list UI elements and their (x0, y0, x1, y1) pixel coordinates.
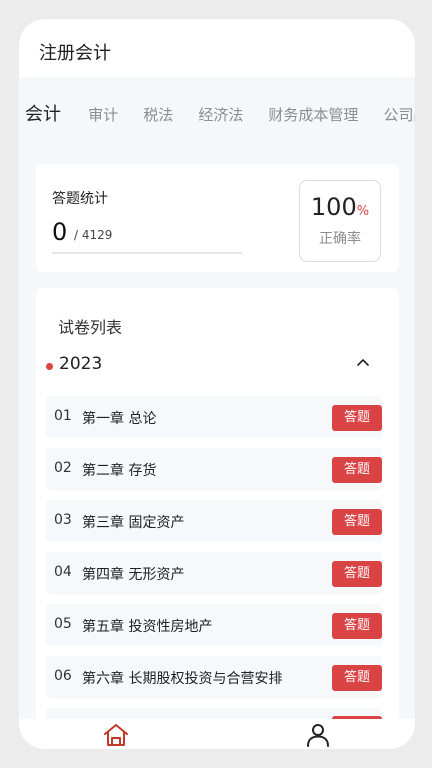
list-item[interactable]: 05 第五章 投资性房地产 答题 (46, 604, 382, 646)
tab-tax-law[interactable]: 税法 (143, 104, 173, 125)
item-number: 03 (54, 512, 72, 528)
stats-progress-track (52, 252, 242, 254)
answer-button[interactable]: 答题 (332, 613, 382, 639)
subject-tabs: 会计 审计 税法 经济法 财务成本管理 公司战 (25, 100, 415, 126)
answer-button[interactable]: 答题 (332, 665, 382, 691)
page-title: 注册会计 (39, 43, 111, 64)
accuracy-value-line: 100% (300, 193, 380, 221)
list-item[interactable]: 03 第三章 固定资产 答题 (46, 500, 382, 542)
answered-count: 0 (52, 218, 68, 246)
answer-button[interactable]: 答题 (332, 561, 382, 587)
tab-economic-law[interactable]: 经济法 (198, 104, 243, 125)
bottom-nav: 首页 我的 (19, 719, 415, 749)
answer-button[interactable]: 答题 (332, 405, 382, 431)
item-name: 第一章 总论 (82, 411, 157, 427)
paper-list-panel: 试卷列表 2023 01 第一章 总论 答题 02 第二章 存货 答题 03 第… (36, 288, 399, 719)
nav-home-label: 首页 (86, 748, 146, 749)
list-item[interactable]: 04 第四章 无形资产 答题 (46, 552, 382, 594)
paper-list-title: 试卷列表 (58, 318, 123, 337)
nav-mine[interactable]: 我的 (288, 723, 348, 749)
item-number: 01 (54, 408, 72, 424)
tab-audit[interactable]: 审计 (88, 104, 118, 125)
tab-accounting[interactable]: 会计 (25, 100, 61, 126)
item-name: 第六章 长期股权投资与合营安排 (82, 671, 283, 687)
nav-home[interactable]: 首页 (86, 723, 146, 749)
accuracy-box: 100% 正确率 (299, 180, 381, 262)
year-dot (46, 363, 53, 370)
stats-label: 答题统计 (52, 191, 108, 207)
item-number: 06 (54, 668, 72, 684)
item-number: 05 (54, 616, 72, 632)
accuracy-unit: % (356, 204, 370, 219)
year-label[interactable]: 2023 (59, 354, 102, 374)
tab-corporate-strategy[interactable]: 公司战 (384, 104, 415, 125)
app-window: 注册会计 会计 审计 税法 经济法 财务成本管理 公司战 答题统计 0 / 41… (19, 19, 415, 749)
list-item-partial[interactable] (46, 708, 382, 719)
list-item[interactable]: 01 第一章 总论 答题 (46, 396, 382, 438)
tab-financial-cost-management[interactable]: 财务成本管理 (268, 104, 358, 125)
total-count: / 4129 (74, 228, 113, 242)
user-icon (307, 724, 329, 747)
accuracy-value: 100 (310, 193, 357, 221)
accuracy-label: 正确率 (319, 231, 361, 247)
list-item[interactable]: 02 第二章 存货 答题 (46, 448, 382, 490)
list-item[interactable]: 06 第六章 长期股权投资与合营安排 答题 (46, 656, 382, 698)
answer-button[interactable]: 答题 (332, 457, 382, 483)
item-name: 第二章 存货 (82, 463, 157, 479)
home-icon (104, 724, 128, 746)
item-name: 第三章 固定资产 (82, 515, 185, 531)
content-area: 会计 审计 税法 经济法 财务成本管理 公司战 答题统计 0 / 4129 10… (19, 77, 415, 719)
item-name: 第四章 无形资产 (82, 567, 185, 583)
nav-mine-label: 我的 (288, 748, 348, 749)
item-number: 04 (54, 564, 72, 580)
answer-button[interactable]: 答题 (332, 509, 382, 535)
chevron-up-icon[interactable] (353, 352, 373, 372)
answer-stats-card: 答题统计 0 / 4129 100% 正确率 (36, 164, 399, 272)
item-name: 第五章 投资性房地产 (82, 619, 213, 635)
item-number: 02 (54, 460, 72, 476)
